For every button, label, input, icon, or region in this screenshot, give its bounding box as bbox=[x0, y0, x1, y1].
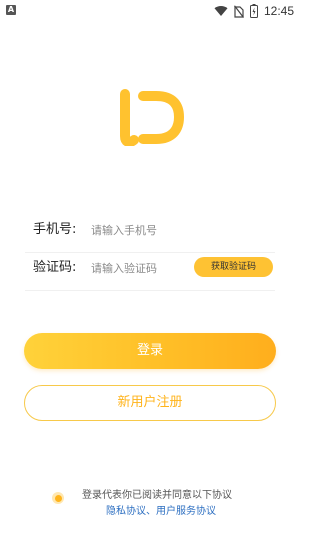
privacy-link[interactable]: 隐私协议、 bbox=[106, 506, 156, 517]
code-input[interactable] bbox=[91, 258, 191, 278]
login-button[interactable]: 登录 bbox=[24, 333, 276, 369]
phone-input[interactable] bbox=[91, 220, 261, 240]
code-row: 验证码: 获取验证码 bbox=[25, 246, 275, 291]
agreement-links: 隐私协议、用户服务协议 bbox=[106, 502, 216, 517]
status-bar: A 12:45 bbox=[0, 0, 300, 22]
clock: 12:45 bbox=[263, 4, 294, 18]
status-icons: 12:45 bbox=[214, 3, 294, 19]
get-code-button[interactable]: 获取验证码 bbox=[194, 257, 273, 277]
service-link[interactable]: 用户服务协议 bbox=[156, 506, 216, 517]
battery-icon bbox=[249, 4, 258, 18]
register-button[interactable]: 新用户注册 bbox=[24, 385, 276, 421]
no-sim-icon bbox=[233, 4, 244, 18]
agreement-text: 登录代表你已阅读并同意以下协议 bbox=[82, 490, 232, 501]
code-label: 验证码: bbox=[33, 260, 77, 275]
notification-icon: A bbox=[6, 5, 16, 15]
wifi-icon bbox=[214, 5, 228, 16]
agreement-radio[interactable] bbox=[52, 492, 64, 504]
app-logo bbox=[120, 89, 184, 146]
